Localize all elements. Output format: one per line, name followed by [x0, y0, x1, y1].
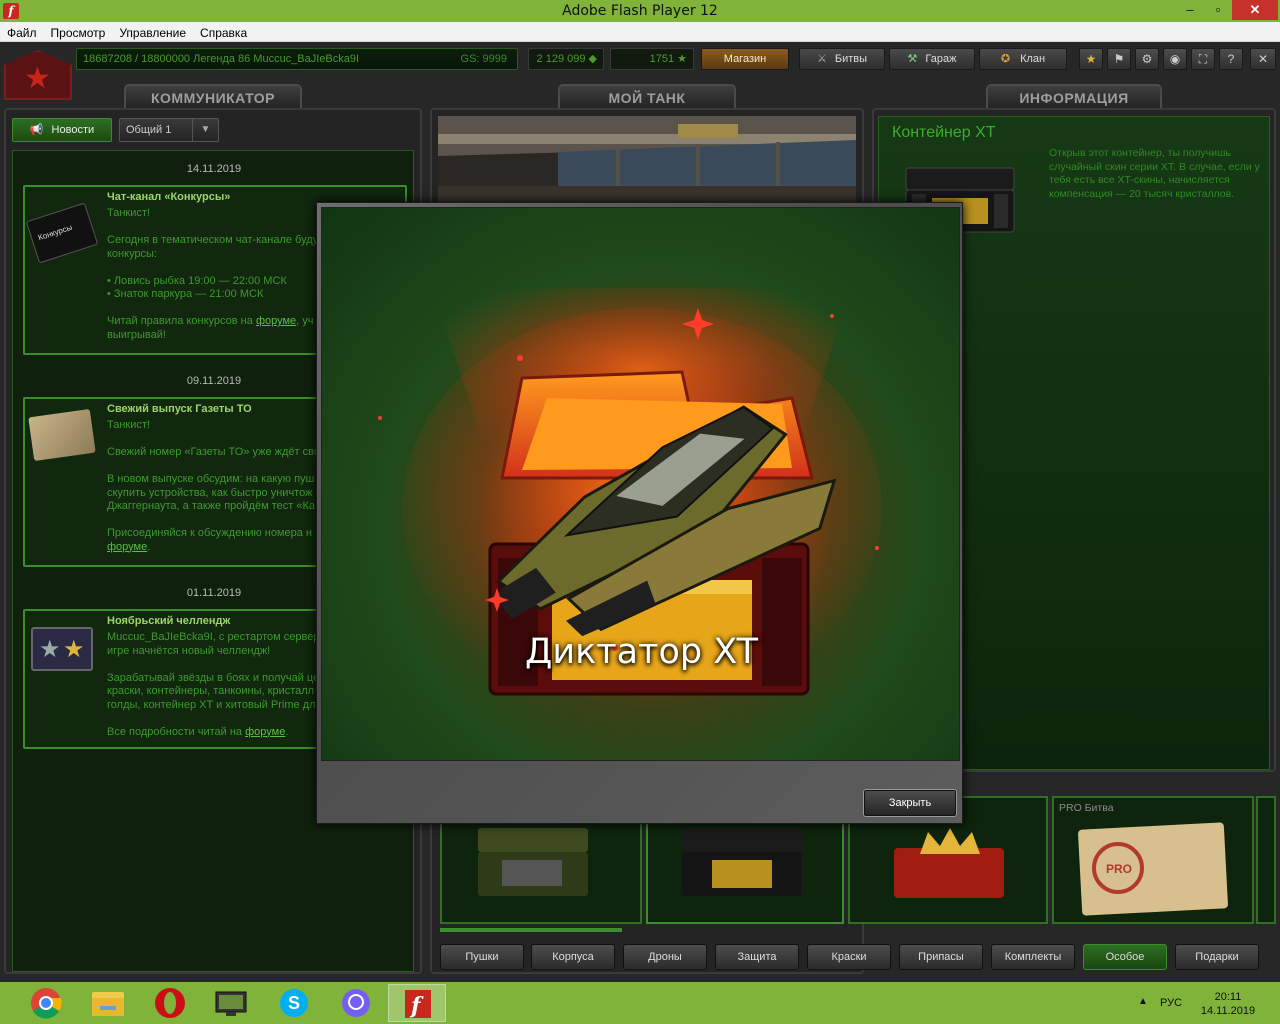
chrome-icon[interactable] — [16, 984, 74, 1022]
tab-supplies[interactable]: Припасы — [899, 944, 983, 970]
xt-reward-illustration — [378, 288, 882, 708]
star-icon[interactable]: ★ — [1079, 48, 1103, 70]
stars-counter[interactable]: 1751 ★ — [610, 48, 694, 70]
tab-hulls[interactable]: Корпуса — [531, 944, 615, 970]
reward-dialog: Диктатор XT — [316, 202, 963, 824]
forum-link[interactable]: форуме — [256, 315, 296, 327]
news-text-tail: . — [147, 540, 151, 553]
rank-text: 18687208 / 18800000 Легенда 86 Muccuc_Ba… — [83, 53, 360, 65]
window-title: Adobe Flash Player 12 — [562, 3, 718, 19]
item-card[interactable]: PRO Битва PRO — [1052, 796, 1254, 924]
system-clock[interactable]: 20:11 14.11.2019 — [1200, 990, 1256, 1018]
clan-label: Клан — [1020, 53, 1046, 65]
menu-file[interactable]: Файл — [0, 22, 44, 40]
garage-scene — [438, 116, 856, 216]
megaphone-icon: 📢 — [29, 124, 44, 136]
menu-control[interactable]: Управление — [112, 22, 193, 40]
tab-weapons[interactable]: Пушки — [440, 944, 524, 970]
news-text: Muccuc_BaJIeBcka9I, с рестартом сервер и… — [107, 631, 320, 738]
clock-date: 14.11.2019 — [1200, 1005, 1256, 1017]
pro-battle-pass-image: PRO — [1078, 822, 1228, 916]
menu-bar: Файл Просмотр Управление Справка — [0, 22, 1280, 42]
tab-drones[interactable]: Дроны — [623, 944, 707, 970]
item-label: PRO Битва — [1059, 802, 1114, 814]
skype-icon[interactable]: S — [264, 984, 322, 1022]
reward-art: Диктатор XT — [321, 207, 960, 761]
opera-icon[interactable] — [140, 984, 198, 1022]
maximize-button[interactable]: ▫ — [1204, 0, 1232, 20]
fullscreen-icon[interactable]: ⛶ — [1191, 48, 1215, 70]
crossed-swords-icon: ⚔ — [816, 53, 827, 65]
news-button[interactable]: 📢 Новости — [12, 118, 112, 142]
forum-link[interactable]: форуме — [107, 541, 147, 553]
wrench-icon: ⚒ — [907, 53, 918, 65]
monitor-icon[interactable] — [202, 984, 260, 1022]
help-icon[interactable]: ? — [1219, 48, 1243, 70]
gold-star-icon: ★ — [63, 636, 85, 663]
minimize-button[interactable]: – — [1176, 0, 1204, 20]
svg-text:PRO: PRO — [1106, 862, 1132, 876]
tab-my-tank: МОЙ ТАНК — [558, 84, 736, 110]
news-title: Ноябрьский челлендж — [107, 615, 231, 627]
items-scrollbar[interactable] — [440, 928, 622, 932]
garage-label: Гараж — [925, 53, 957, 65]
close-window-button[interactable]: ✕ — [1232, 0, 1278, 20]
svg-text:S: S — [288, 993, 300, 1013]
chevron-down-icon: ▼ — [192, 119, 218, 141]
silver-star-icon: ★ — [39, 636, 61, 663]
tab-protection[interactable]: Защита — [715, 944, 799, 970]
newspaper-thumbnail — [28, 408, 96, 462]
news-text: Танкист! Свежий номер «Газеты ТО» уже жд… — [107, 419, 320, 539]
reward-title: Диктатор XT — [525, 632, 758, 672]
rank-progress-bar[interactable]: 18687208 / 18800000 Легенда 86 Muccuc_Ba… — [76, 48, 518, 70]
file-explorer-icon[interactable] — [78, 984, 136, 1022]
flash-player-taskbar-icon[interactable]: f — [388, 984, 446, 1022]
contest-chat-thumbnail: Конкурсы — [25, 202, 99, 264]
exit-icon[interactable]: ✕ — [1250, 48, 1276, 70]
tab-gifts[interactable]: Подарки — [1175, 944, 1259, 970]
battles-label: Битвы — [834, 53, 868, 65]
clock-time: 20:11 — [1214, 991, 1242, 1003]
gear-score: GS: 9999 — [460, 53, 507, 65]
chat-channel-select[interactable]: Общий 1 ▼ — [119, 118, 219, 142]
gear-icon[interactable]: ⚙ — [1135, 48, 1159, 70]
tab-information: ИНФОРМАЦИЯ — [986, 84, 1162, 110]
news-label: Новости — [51, 124, 95, 136]
garage-button[interactable]: ⚒ Гараж — [889, 48, 975, 70]
clan-medal-icon: ✪ — [1000, 53, 1011, 65]
menu-help[interactable]: Справка — [193, 22, 254, 40]
menu-view[interactable]: Просмотр — [44, 22, 113, 40]
shop-button[interactable]: Магазин — [701, 48, 789, 70]
tray-expand-icon[interactable]: ▲ — [1138, 996, 1148, 1007]
star-icon: ★ — [24, 62, 51, 95]
viber-icon[interactable] — [326, 984, 384, 1022]
chat-channel-value: Общий 1 — [126, 124, 172, 136]
challenge-stars-thumbnail: ★ ★ — [31, 627, 93, 671]
missions-icon[interactable]: ⚑ — [1107, 48, 1131, 70]
info-description: Открыв этот контейнер, ты получишь случа… — [1049, 147, 1260, 200]
thumbnail-label: Конкурсы — [37, 222, 74, 243]
garage-ceiling-illustration — [438, 116, 856, 216]
forum-link[interactable]: форуме — [245, 726, 285, 738]
keyboard-language[interactable]: РУС — [1160, 997, 1182, 1009]
shop-label: Магазин — [723, 53, 767, 65]
tab-special[interactable]: Особое — [1083, 944, 1167, 970]
sound-icon[interactable]: ◉ — [1163, 48, 1187, 70]
news-text-tail: . — [285, 725, 289, 738]
tab-kits[interactable]: Комплекты — [991, 944, 1075, 970]
news-title: Чат-канал «Конкурсы» — [107, 191, 231, 203]
clan-button[interactable]: ✪ Клан — [979, 48, 1067, 70]
window-titlebar: f Adobe Flash Player 12 – ▫ ✕ — [0, 0, 1280, 22]
tab-communicator: КОММУНИКАТОР — [124, 84, 302, 110]
close-dialog-button[interactable]: Закрыть — [863, 789, 957, 817]
item-card-partial[interactable] — [1256, 796, 1276, 924]
news-text: Танкист! Сегодня в тематическом чат-кана… — [107, 207, 319, 327]
tab-paints[interactable]: Краски — [807, 944, 891, 970]
info-title: Контейнер XT — [892, 124, 996, 141]
news-date: 14.11.2019 — [186, 163, 242, 175]
crystals-counter[interactable]: 2 129 099 ◆ — [528, 48, 604, 70]
news-title: Свежий выпуск Газеты ТО — [107, 403, 252, 415]
battles-button[interactable]: ⚔ Битвы — [799, 48, 885, 70]
